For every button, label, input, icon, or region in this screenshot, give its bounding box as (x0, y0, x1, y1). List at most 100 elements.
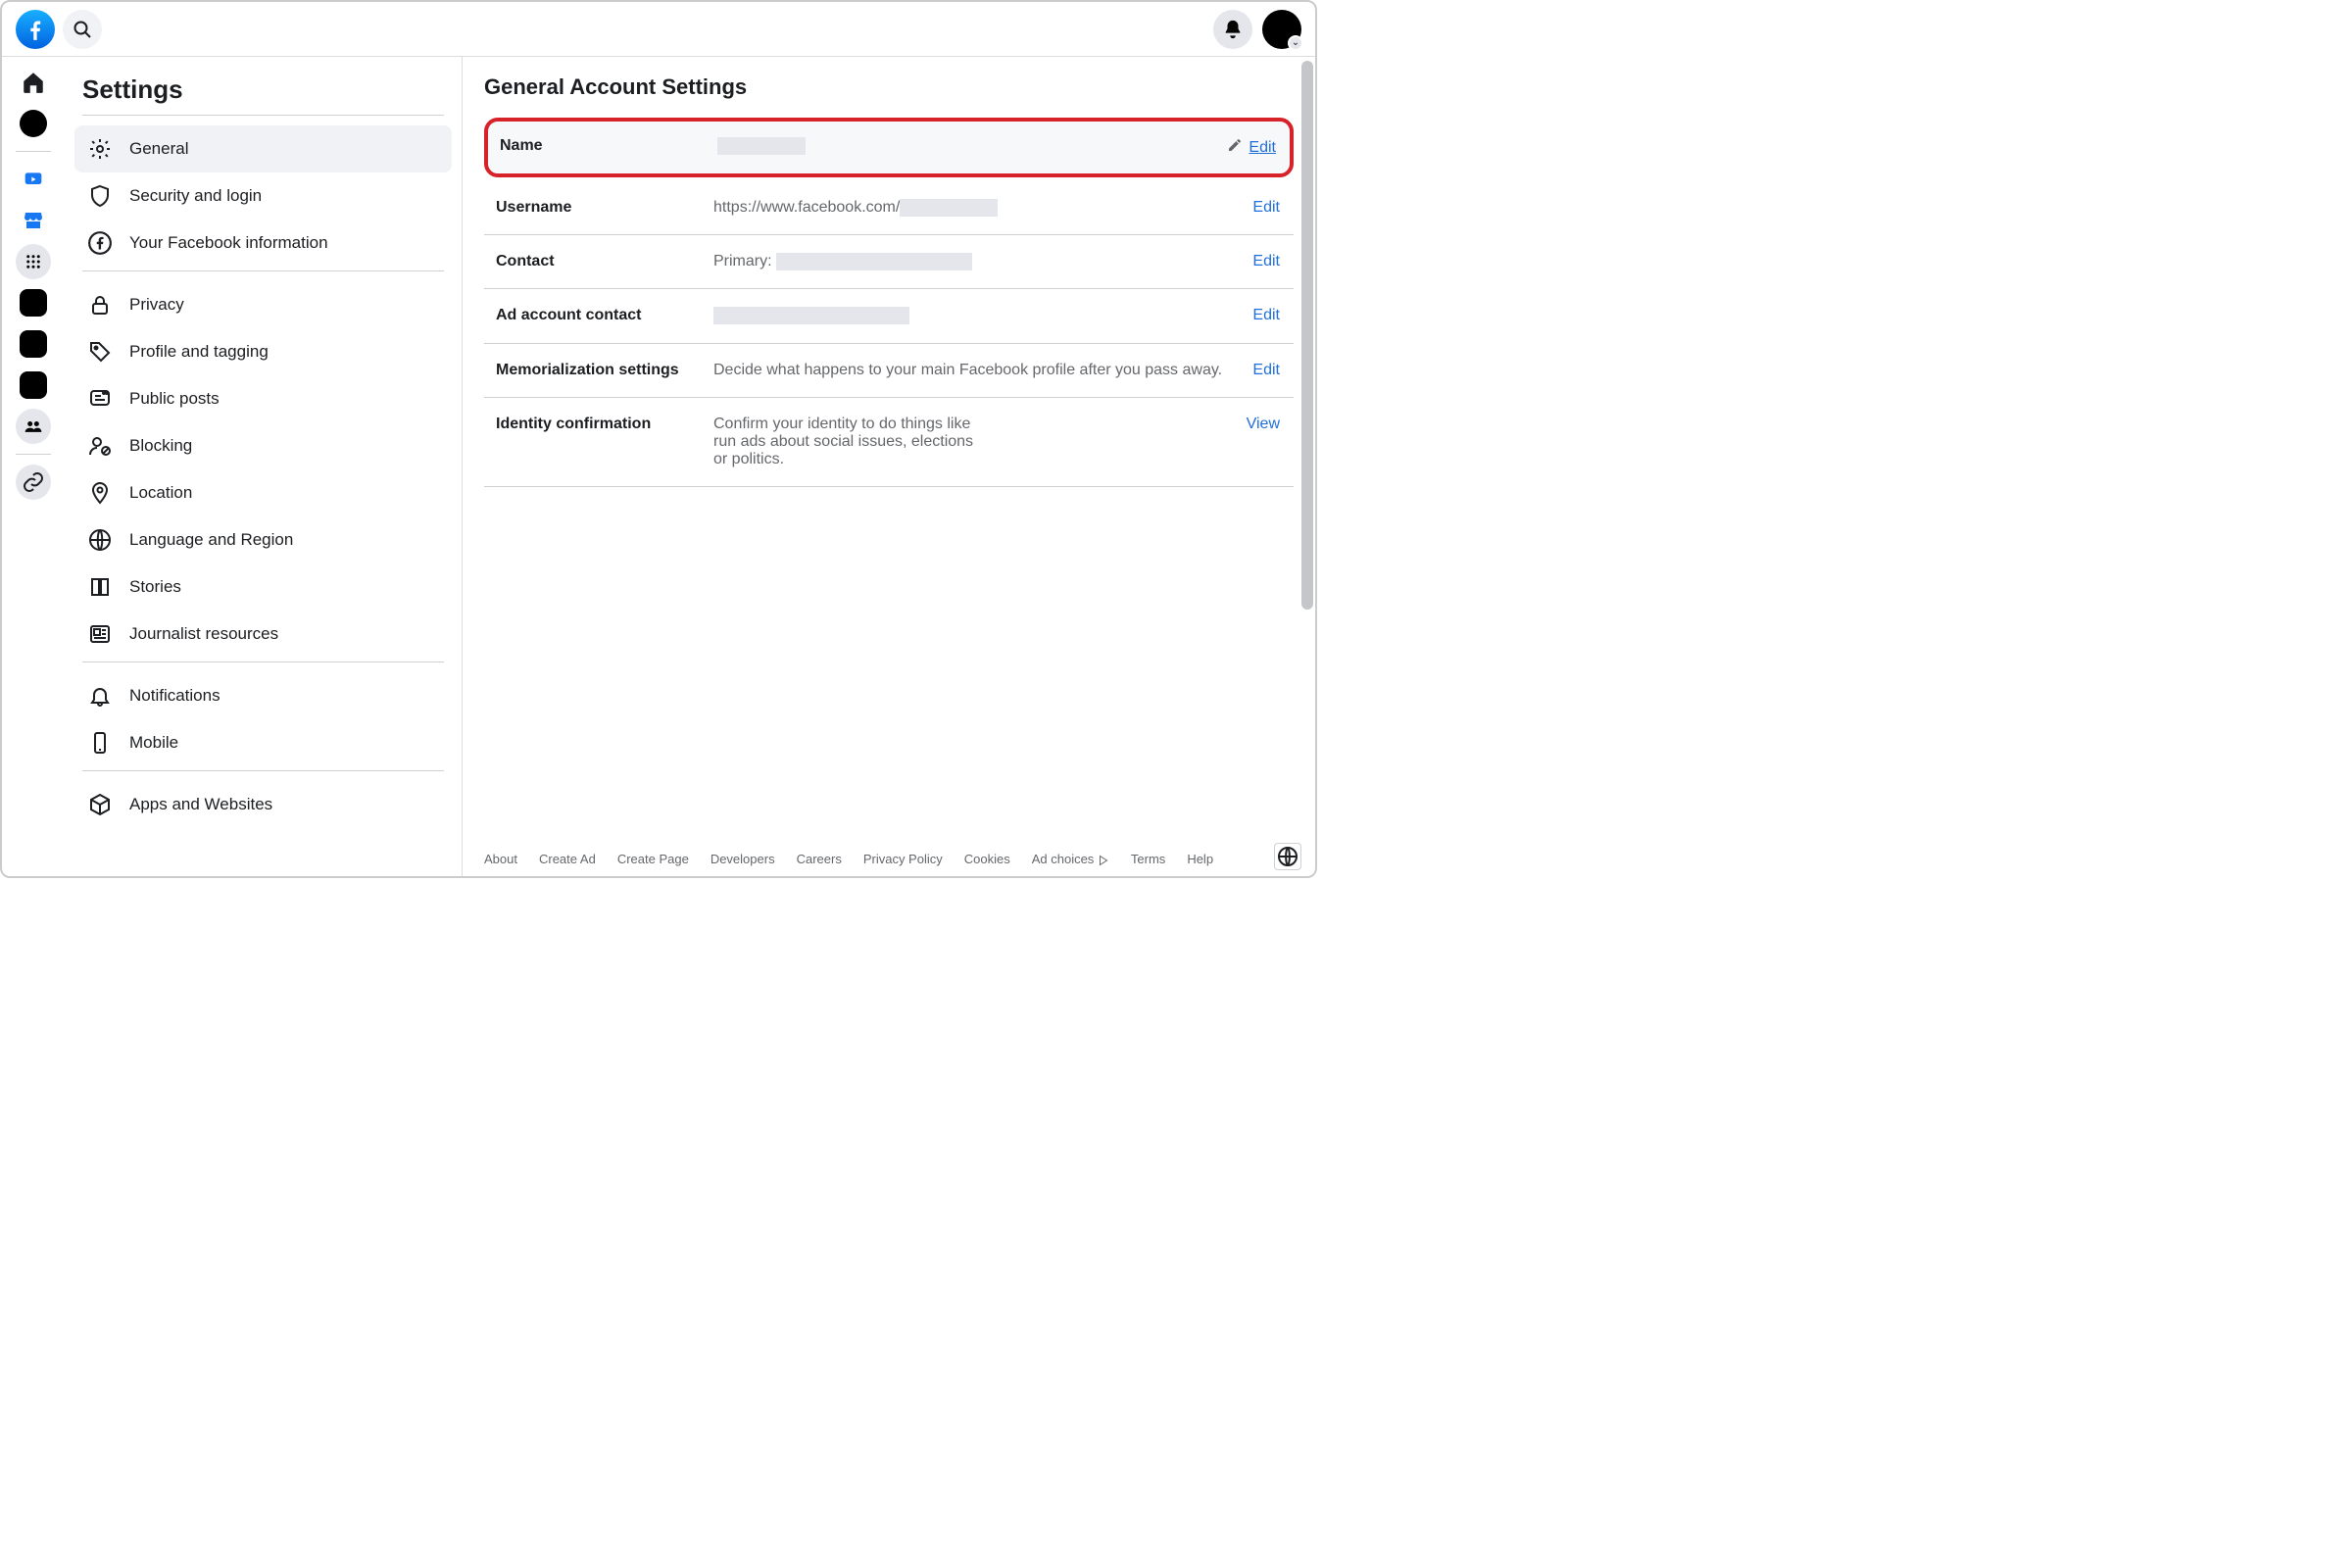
footer-link-privacy-policy[interactable]: Privacy Policy (863, 852, 943, 866)
facebook-logo[interactable] (16, 10, 55, 49)
rail-profile[interactable] (16, 106, 51, 141)
phone-icon (86, 729, 114, 757)
footer-link-careers[interactable]: Careers (797, 852, 842, 866)
sidebar-item-blocking[interactable]: Blocking (74, 422, 452, 469)
footer-link-about[interactable]: About (484, 852, 517, 866)
bell-icon (86, 682, 114, 710)
body: Settings GeneralSecurity and loginYour F… (2, 57, 1315, 876)
footer-link-cookies[interactable]: Cookies (964, 852, 1010, 866)
sidebar-item-label: Public posts (129, 389, 220, 409)
sidebar-item-label: Apps and Websites (129, 795, 272, 814)
rail-groups[interactable] (16, 409, 51, 444)
tag-icon (86, 338, 114, 366)
sidebar-item-language-and-region[interactable]: Language and Region (74, 516, 452, 564)
shield-icon (86, 182, 114, 210)
sidebar-item-label: General (129, 139, 188, 159)
grid-icon (24, 253, 42, 270)
rail-app-1[interactable] (16, 285, 51, 320)
language-selector[interactable] (1274, 843, 1301, 870)
app-icon (20, 371, 47, 399)
rail-link[interactable] (16, 465, 51, 500)
rail-watch[interactable] (16, 162, 51, 197)
row-action-edit[interactable]: Edit (1252, 307, 1282, 324)
lock-icon (86, 291, 114, 318)
row-label: Memorialization settings (496, 362, 702, 379)
row-label: Ad account contact (496, 307, 702, 324)
sidebar-item-public-posts[interactable]: Public posts (74, 375, 452, 422)
row-action-edit[interactable]: Edit (1252, 362, 1282, 379)
pencil-icon (1227, 137, 1243, 158)
app-icon (20, 289, 47, 317)
row-action-view[interactable]: View (1247, 416, 1282, 433)
redacted-value (713, 307, 909, 324)
sidebar-item-label: Mobile (129, 733, 178, 753)
main-title: General Account Settings (484, 74, 1294, 100)
value-prefix: https://www.facebook.com/ (713, 199, 900, 216)
footer-link-create-page[interactable]: Create Page (617, 852, 689, 866)
footer-link-terms[interactable]: Terms (1131, 852, 1165, 866)
value-text: Decide what happens to your main Faceboo… (713, 362, 1222, 378)
value-text: Confirm your identity to do things like … (713, 416, 973, 467)
search-icon (71, 18, 94, 41)
sidebar-item-security-and-login[interactable]: Security and login (74, 172, 452, 220)
scrollbar[interactable] (1301, 61, 1313, 610)
sidebar-item-journalist-resources[interactable]: Journalist resources (74, 611, 452, 658)
rail-home[interactable] (16, 65, 51, 100)
setting-row-username: Usernamehttps://www.facebook.com/Edit (484, 181, 1294, 235)
setting-row-memorialization: Memorialization settings Decide what happ… (484, 344, 1294, 398)
row-label: Contact (496, 253, 702, 270)
action-label: Edit (1252, 199, 1280, 216)
row-value: Decide what happens to your main Faceboo… (713, 362, 1223, 379)
notifications-button[interactable] (1213, 10, 1252, 49)
footer-link-developers[interactable]: Developers (710, 852, 775, 866)
sidebar-item-label: Journalist resources (129, 624, 278, 644)
account-avatar[interactable]: ⌄ (1262, 10, 1301, 49)
sidebar-item-apps-and-websites[interactable]: Apps and Websites (74, 781, 452, 828)
value-prefix: Primary: (713, 253, 776, 270)
gear-icon (86, 135, 114, 163)
sidebar-item-stories[interactable]: Stories (74, 564, 452, 611)
redacted-value (900, 199, 998, 217)
row-value: Confirm your identity to do things like … (713, 416, 988, 468)
row-action-edit[interactable]: Edit (1252, 253, 1282, 270)
sidebar-item-general[interactable]: General (74, 125, 452, 172)
search-button[interactable] (63, 10, 102, 49)
topbar: ⌄ (2, 2, 1315, 57)
footer-links: About Create Ad Create Page Developers Caree… (484, 852, 1213, 866)
globe-icon (86, 526, 114, 554)
rail-marketplace[interactable] (16, 203, 51, 238)
adchoices-icon (1098, 855, 1109, 866)
profile-dot-icon (20, 110, 47, 137)
settings-sidebar: Settings GeneralSecurity and loginYour F… (65, 57, 463, 876)
left-rail (2, 57, 65, 876)
footer-link-ad-choices[interactable]: Ad choices (1032, 852, 1109, 866)
footer-link-create-ad[interactable]: Create Ad (539, 852, 596, 866)
sidebar-item-mobile[interactable]: Mobile (74, 719, 452, 766)
rail-divider (16, 454, 51, 455)
rail-app-2[interactable] (16, 326, 51, 362)
action-label: Edit (1249, 139, 1276, 157)
row-action-edit[interactable]: Edit (1227, 137, 1278, 158)
row-label: Name (500, 137, 706, 155)
footer-link-help[interactable]: Help (1187, 852, 1213, 866)
row-action-edit[interactable]: Edit (1252, 199, 1282, 217)
sidebar-item-your-facebook-information[interactable]: Your Facebook information (74, 220, 452, 267)
app-icon (20, 330, 47, 358)
bell-icon (1222, 19, 1244, 40)
sidebar-item-profile-and-tagging[interactable]: Profile and tagging (74, 328, 452, 375)
rail-menu[interactable] (16, 244, 51, 279)
globe-icon (1276, 845, 1299, 868)
divider (82, 270, 444, 271)
topbar-left (16, 10, 102, 49)
action-label: Edit (1252, 253, 1280, 270)
posts-icon (86, 385, 114, 413)
watch-icon (22, 170, 45, 189)
divider (82, 770, 444, 771)
divider (82, 115, 444, 116)
sidebar-item-notifications[interactable]: Notifications (74, 672, 452, 719)
groups-icon (24, 416, 43, 436)
rail-app-3[interactable] (16, 368, 51, 403)
sidebar-item-privacy[interactable]: Privacy (74, 281, 452, 328)
sidebar-item-location[interactable]: Location (74, 469, 452, 516)
book-icon (86, 573, 114, 601)
